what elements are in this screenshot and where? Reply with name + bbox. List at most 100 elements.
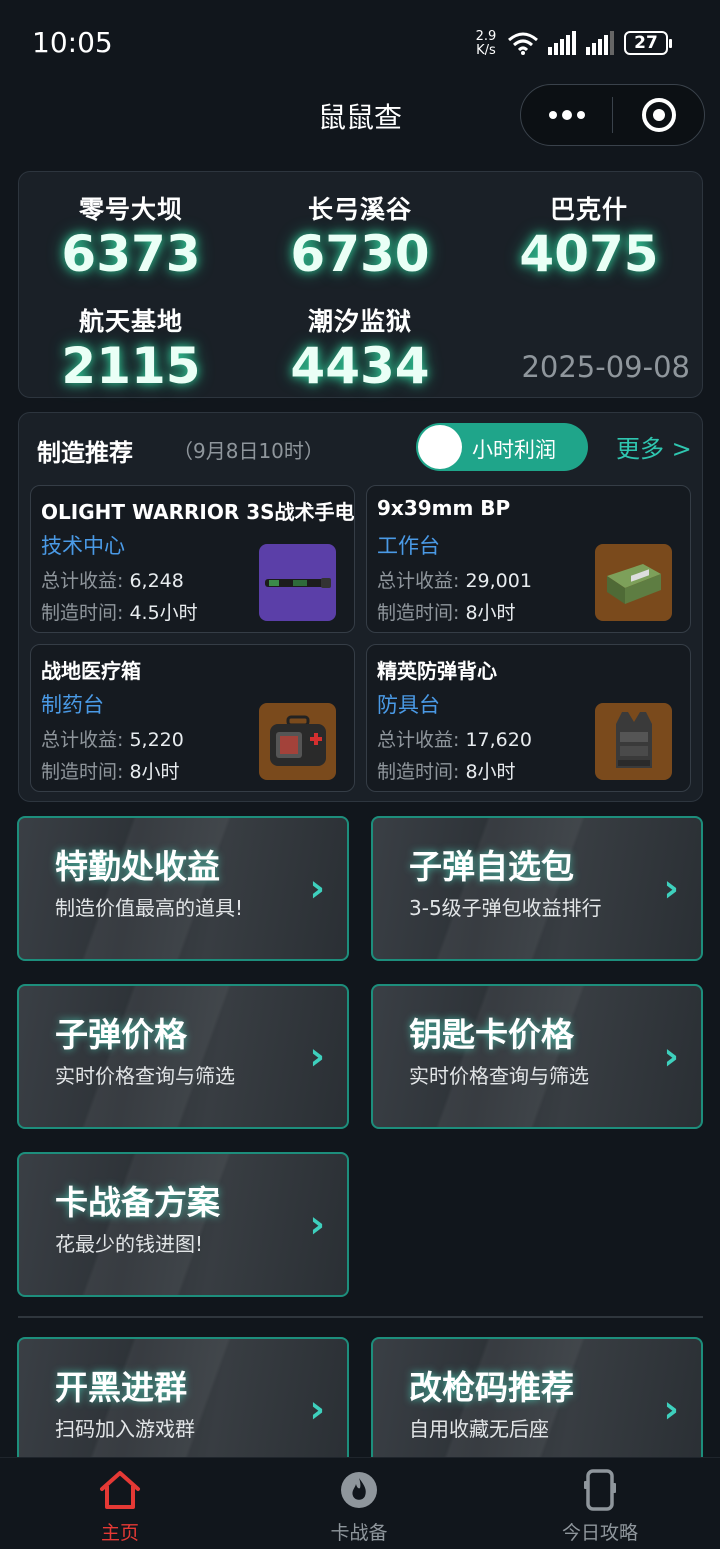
time-value: 8小时 bbox=[465, 602, 516, 624]
chevron-right-icon: › bbox=[309, 866, 325, 910]
feature-desc: 3-5级子弹包收益排行 bbox=[409, 896, 602, 920]
time-value: 4.5小时 bbox=[129, 602, 198, 624]
feature-title: 特勤处收益 bbox=[55, 847, 220, 886]
phone-icon bbox=[540, 1468, 660, 1512]
feature-desc: 扫码加入游戏群 bbox=[55, 1417, 195, 1441]
stat-value: 2115 bbox=[61, 337, 201, 395]
wifi-icon bbox=[508, 32, 538, 55]
stat-name: 巴克什 bbox=[549, 195, 628, 224]
chevron-right-icon: › bbox=[663, 1387, 679, 1431]
stat-value: 6730 bbox=[290, 225, 430, 283]
chevron-right-icon: › bbox=[663, 1034, 679, 1078]
feature-keycard-price[interactable]: 钥匙卡价格 实时价格查询与筛选 › bbox=[371, 984, 703, 1129]
signal-icon-2 bbox=[586, 31, 614, 55]
item-name: 精英防弹背心 bbox=[377, 659, 497, 683]
target-circle-icon bbox=[641, 98, 676, 132]
profit-label: 总计收益: bbox=[377, 570, 460, 592]
network-speed-value: 2.9 bbox=[475, 29, 497, 44]
status-time: 10:05 bbox=[32, 26, 113, 59]
feature-desc: 制造价值最高的道具! bbox=[55, 896, 244, 920]
tab-loadout[interactable]: 卡战备 bbox=[299, 1468, 419, 1545]
feature-ammo-price[interactable]: 子弹价格 实时价格查询与筛选 › bbox=[17, 984, 349, 1129]
stat-name: 长弓溪谷 bbox=[307, 195, 412, 224]
stat-name: 航天基地 bbox=[78, 307, 183, 336]
profit-value: 29,001 bbox=[465, 570, 532, 592]
item-name: 9x39mm BP bbox=[377, 496, 511, 520]
feature-desc: 实时价格查询与筛选 bbox=[409, 1064, 589, 1088]
vest-icon bbox=[595, 703, 672, 780]
status-icons: 27 bbox=[506, 30, 672, 56]
time-label: 制造时间: bbox=[377, 761, 460, 783]
feature-title: 改枪码推荐 bbox=[409, 1368, 574, 1407]
stat-value: 6373 bbox=[61, 225, 201, 283]
more-dots-icon bbox=[548, 110, 585, 120]
item-profit-row: 总计收益: 17,620 bbox=[377, 725, 532, 752]
feature-title: 子弹价格 bbox=[55, 1015, 187, 1054]
feature-title: 卡战备方案 bbox=[55, 1183, 220, 1222]
chevron-right-icon: › bbox=[309, 1387, 325, 1431]
tab-guide[interactable]: 今日攻略 bbox=[540, 1468, 660, 1545]
map-stats-card: 零号大坝 6373 长弓溪谷 6730 巴克什 4075 航天基地 2115 潮… bbox=[18, 171, 703, 398]
time-value: 8小时 bbox=[465, 761, 516, 783]
feature-title: 子弹自选包 bbox=[409, 847, 574, 886]
tab-home[interactable]: 主页 bbox=[60, 1468, 180, 1545]
network-speed-unit: K/s bbox=[476, 43, 496, 58]
more-link[interactable]: 更多 > bbox=[616, 429, 692, 464]
stat-map-5: 潮汐监狱 4434 bbox=[250, 302, 470, 394]
header: 鼠鼠查 bbox=[0, 84, 720, 146]
craft-recommend-card: 制造推荐 （9月8日10时） 小时利润 更多 > OLIGHT WARRIOR … bbox=[18, 412, 703, 802]
close-button[interactable] bbox=[613, 85, 704, 145]
tab-bar: 主页 卡战备 今日攻略 bbox=[0, 1457, 720, 1549]
craft-title: 制造推荐 bbox=[37, 439, 133, 467]
toggle-label: 小时利润 bbox=[472, 438, 556, 462]
medkit-icon bbox=[259, 703, 336, 780]
stat-name: 零号大坝 bbox=[78, 195, 183, 224]
profit-value: 5,220 bbox=[129, 729, 184, 751]
stat-name: 潮汐监狱 bbox=[307, 307, 412, 336]
feature-ammo-pack[interactable]: 子弹自选包 3-5级子弹包收益排行 › bbox=[371, 816, 703, 961]
time-label: 制造时间: bbox=[41, 602, 124, 624]
feature-desc: 自用收藏无后座 bbox=[409, 1417, 549, 1441]
toggle-knob bbox=[418, 425, 462, 469]
craft-item[interactable]: 战地医疗箱 制药台 总计收益: 5,220 制造时间: 8小时 bbox=[30, 644, 355, 792]
time-label: 制造时间: bbox=[377, 602, 460, 624]
item-time-row: 制造时间: 8小时 bbox=[377, 757, 516, 784]
network-speed: 2.9 K/s bbox=[472, 30, 500, 58]
flame-icon bbox=[299, 1468, 419, 1512]
stat-map-3: 巴克什 4075 bbox=[479, 190, 699, 282]
craft-subtitle: （9月8日10时） bbox=[173, 439, 324, 463]
flashlight-icon bbox=[259, 544, 336, 621]
stat-map-4: 航天基地 2115 bbox=[21, 302, 241, 394]
item-station: 制药台 bbox=[41, 693, 104, 717]
item-profit-row: 总计收益: 29,001 bbox=[377, 566, 532, 593]
chevron-right-icon: › bbox=[309, 1034, 325, 1078]
item-station: 工作台 bbox=[377, 534, 440, 558]
battery-icon: 27 bbox=[624, 31, 672, 55]
hourly-profit-toggle[interactable]: 小时利润 bbox=[416, 423, 588, 471]
profit-label: 总计收益: bbox=[377, 729, 460, 751]
home-icon bbox=[60, 1468, 180, 1512]
profit-value: 6,248 bbox=[129, 570, 184, 592]
status-bar: 10:05 2.9 K/s 27 bbox=[0, 0, 720, 84]
item-time-row: 制造时间: 8小时 bbox=[41, 757, 180, 784]
feature-desc: 实时价格查询与筛选 bbox=[55, 1064, 235, 1088]
time-label: 制造时间: bbox=[41, 761, 124, 783]
item-profit-row: 总计收益: 5,220 bbox=[41, 725, 184, 752]
feature-special-ops-profit[interactable]: 特勤处收益 制造价值最高的道具! › bbox=[17, 816, 349, 961]
craft-item[interactable]: 精英防弹背心 防具台 总计收益: 17,620 制造时间: 8小时 bbox=[366, 644, 691, 792]
chevron-right-icon: › bbox=[309, 1202, 325, 1246]
feature-desc: 花最少的钱进图! bbox=[55, 1232, 204, 1256]
item-profit-row: 总计收益: 6,248 bbox=[41, 566, 184, 593]
feature-loadout-plan[interactable]: 卡战备方案 花最少的钱进图! › bbox=[17, 1152, 349, 1297]
craft-item[interactable]: OLIGHT WARRIOR 3S战术手电 技术中心 总计收益: 6,248 制… bbox=[30, 485, 355, 633]
stat-map-2: 长弓溪谷 6730 bbox=[250, 190, 470, 282]
profit-label: 总计收益: bbox=[41, 570, 124, 592]
more-button[interactable] bbox=[521, 85, 612, 145]
item-time-row: 制造时间: 8小时 bbox=[377, 598, 516, 625]
stat-map-1: 零号大坝 6373 bbox=[21, 190, 241, 282]
stat-value: 4434 bbox=[290, 337, 430, 395]
miniprogram-capsule bbox=[520, 84, 705, 146]
craft-item[interactable]: 9x39mm BP 工作台 总计收益: 29,001 制造时间: 8小时 bbox=[366, 485, 691, 633]
item-station: 防具台 bbox=[377, 693, 440, 717]
tab-label: 卡战备 bbox=[330, 1522, 388, 1544]
